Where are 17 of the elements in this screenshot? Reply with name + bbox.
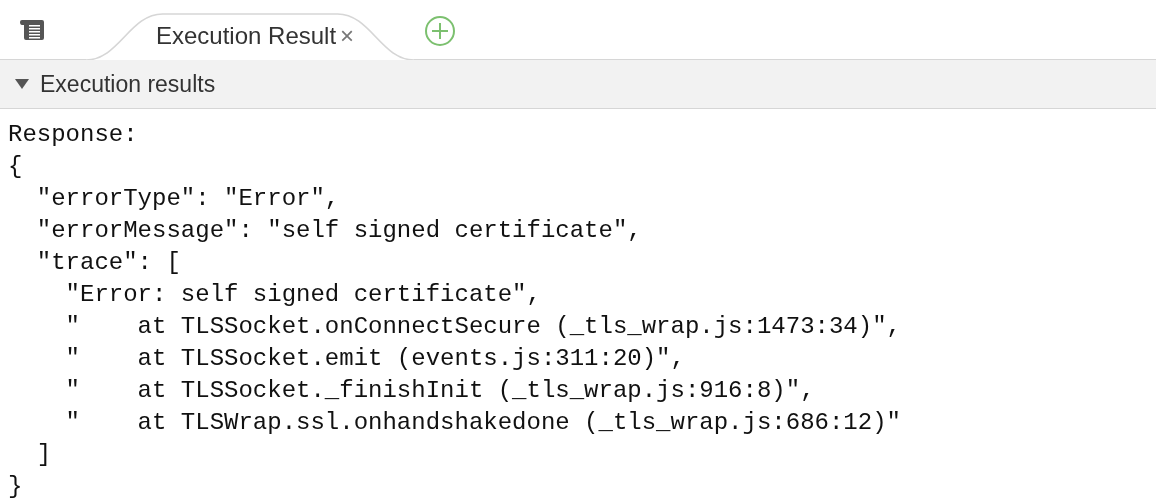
output-line: " at TLSWrap.ssl.onhandshakedone (_tls_wrap.js:686:12)": [64, 408, 902, 438]
output-line: {: [8, 152, 24, 182]
section-title: Execution results: [40, 70, 216, 98]
output-line: Response:: [8, 120, 139, 150]
output-line: " at TLSSocket.onConnectSecure (_tls_wrap.js:1473:34)",: [64, 312, 902, 342]
output-line: "errorMessage": "self signed certificate",: [35, 216, 643, 246]
triangle-icon[interactable]: [14, 78, 30, 90]
output-line: "Error: self signed certificate",: [64, 280, 542, 310]
list-icon[interactable]: [18, 19, 46, 41]
output-line: ]: [35, 440, 53, 470]
output-line: "errorType": "Error",: [35, 184, 341, 214]
output-line: " at TLSSocket.emit (events.js:311:20)",: [64, 344, 686, 374]
output-line: }: [8, 472, 24, 498]
tab[interactable]: Execution Result ×: [86, 12, 415, 60]
output-line: " at TLSSocket._finishInit (_tls_wrap.js:916:8)",: [64, 376, 816, 406]
output-line: "trace": [: [35, 248, 182, 278]
close-icon[interactable]: ×: [340, 22, 355, 50]
